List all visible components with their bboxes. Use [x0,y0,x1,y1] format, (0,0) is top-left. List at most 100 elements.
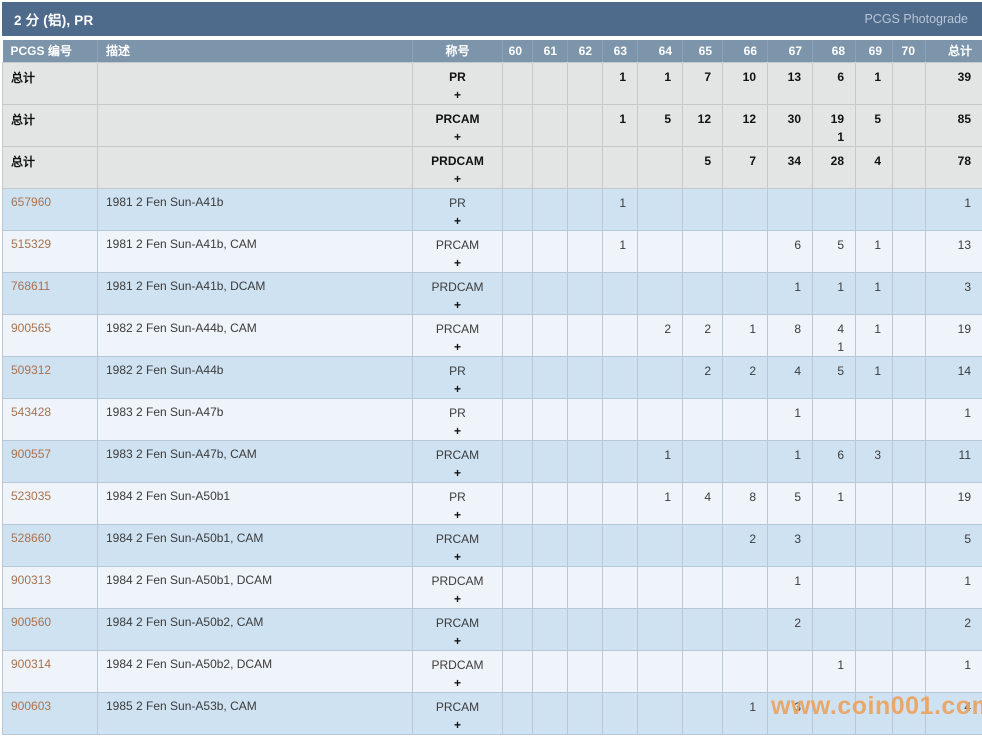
pcgs-number-cell: 528660 [3,524,98,566]
grade-69-cell: 1 [856,272,893,314]
pcgs-number-link[interactable]: 900560 [11,615,51,629]
pcgs-number-cell: 总计 [3,146,98,188]
grade-63-cell [603,440,638,482]
total-cell: 2 [926,608,982,650]
grade-66-cell [723,440,768,482]
grade-63-cell [603,314,638,356]
grade-69-cell [856,650,893,692]
grade-69-cell: 4 [856,146,893,188]
pcgs-number-link[interactable]: 900557 [11,447,51,461]
total-cell: 13 [926,230,982,272]
grade-67-cell: 1 [768,440,813,482]
table-row: 5434281983 2 Fen Sun-A47bPR+ 1 1 [3,398,982,440]
grade-70-cell [893,230,926,272]
grade-65-cell: 2 [683,356,723,398]
pcgs-number-link[interactable]: 509312 [11,363,51,377]
grade-67-cell: 4 [768,356,813,398]
pcgs-number-cell: 900603 [3,692,98,734]
population-table: PCGS 编号 描述 称号 6061626364656667686970总计 总… [2,40,982,735]
designation-cell: PRCAM+ [413,692,503,734]
description-cell: 1984 2 Fen Sun-A50b1, DCAM [98,566,413,608]
grade-66-cell [723,650,768,692]
total-cell: 19 [926,482,982,524]
pcgs-number-link[interactable]: 900313 [11,573,51,587]
pcgs-number-link[interactable]: 900565 [11,321,51,335]
total-cell: 85 [926,104,982,146]
grade-68-cell: 28 [813,146,856,188]
description-cell: 1982 2 Fen Sun-A44b [98,356,413,398]
pcgs-number-link[interactable]: 657960 [11,195,51,209]
description-cell [98,146,413,188]
grade-64-cell [638,650,683,692]
grade-64-cell: 5 [638,104,683,146]
grade-68-cell: 5 [813,230,856,272]
grade-64-cell [638,524,683,566]
pcgs-number-link[interactable]: 543428 [11,405,51,419]
designation-cell: PRDCAM+ [413,566,503,608]
grade-68-cell: 1 [813,272,856,314]
grade-60-cell [503,692,533,734]
description-cell: 1981 2 Fen Sun-A41b, CAM [98,230,413,272]
pcgs-number-cell: 900565 [3,314,98,356]
grade-64-cell [638,146,683,188]
designation-cell: PRCAM+ [413,608,503,650]
col-header-grade-69: 69 [856,40,893,62]
col-header-grade-62: 62 [568,40,603,62]
grade-68-cell [813,398,856,440]
pcgs-number-link[interactable]: 768611 [11,279,50,293]
grade-62-cell [568,356,603,398]
grade-66-cell [723,188,768,230]
pcgs-number-link[interactable]: 900314 [11,657,51,671]
grade-64-cell: 1 [638,62,683,104]
pcgs-number-cell: 900314 [3,650,98,692]
grade-64-cell: 1 [638,440,683,482]
designation-cell: PR+ [413,356,503,398]
grade-65-cell [683,608,723,650]
grade-68-cell: 6 [813,440,856,482]
grade-62-cell [568,440,603,482]
grade-63-cell [603,398,638,440]
grade-70-cell [893,398,926,440]
designation-cell: PRCAM+ [413,230,503,272]
grade-66-cell: 1 [723,314,768,356]
grade-60-cell [503,440,533,482]
grade-69-cell: 5 [856,104,893,146]
grade-66-cell [723,608,768,650]
grade-69-cell: 1 [856,62,893,104]
photograde-label: PCGS Photograde [864,12,968,26]
grade-67-cell: 6 [768,230,813,272]
grade-68-cell [813,692,856,734]
grade-62-cell [568,692,603,734]
table-row: 6579601981 2 Fen Sun-A41bPR+ 1 1 [3,188,982,230]
description-cell: 1982 2 Fen Sun-A44b, CAM [98,314,413,356]
grade-63-cell: 1 [603,188,638,230]
col-header-grade-61: 61 [533,40,568,62]
grade-65-cell [683,566,723,608]
grade-67-cell: 30 [768,104,813,146]
pcgs-number-link[interactable]: 900603 [11,699,51,713]
grade-67-cell: 3 [768,692,813,734]
grade-70-cell [893,650,926,692]
grade-65-cell [683,692,723,734]
grade-60-cell [503,272,533,314]
grade-65-cell [683,398,723,440]
grade-67-cell: 3 [768,524,813,566]
grade-66-cell [723,566,768,608]
grade-64-cell [638,356,683,398]
description-cell [98,62,413,104]
grade-66-cell [723,272,768,314]
grade-60-cell [503,104,533,146]
pcgs-number-link[interactable]: 523035 [11,489,51,503]
designation-cell: PRDCAM+ [413,272,503,314]
grade-70-cell [893,62,926,104]
description-cell: 1981 2 Fen Sun-A41b [98,188,413,230]
col-header-description: 描述 [98,40,413,62]
designation-cell: PR+ [413,62,503,104]
pcgs-number-link[interactable]: 528660 [11,531,51,545]
grade-62-cell [568,62,603,104]
grade-69-cell [856,692,893,734]
grade-68-cell: 41 [813,314,856,356]
grade-66-cell: 2 [723,524,768,566]
pcgs-number-link[interactable]: 515329 [11,237,51,251]
grade-61-cell [533,566,568,608]
